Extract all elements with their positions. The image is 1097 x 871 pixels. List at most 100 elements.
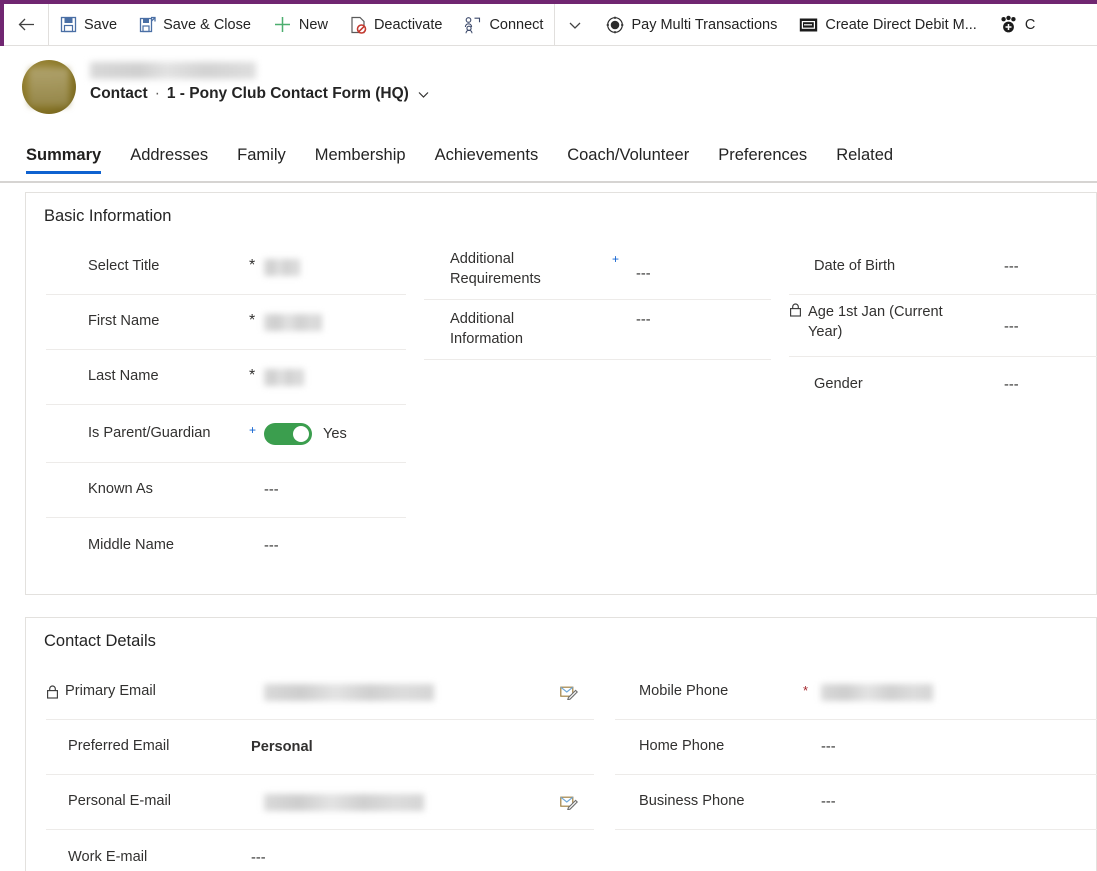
tab-family[interactable]: Family (237, 146, 286, 174)
field-value-work-email[interactable]: --- (251, 850, 266, 866)
record-header-text: Contact · 1 - Pony Club Contact Form (HQ… (90, 57, 431, 103)
primary-email-compose-button[interactable] (560, 685, 578, 700)
deactivate-button[interactable]: Deactivate (339, 4, 454, 45)
field-label-business-phone: Business Phone (639, 793, 745, 810)
required-marker: + (612, 252, 620, 266)
field-first-name[interactable]: First Name * (46, 295, 406, 350)
field-value-gender[interactable]: --- (1004, 377, 1019, 393)
save-and-close-label: Save & Close (163, 16, 251, 33)
field-date-of-birth[interactable]: Date of Birth --- (789, 240, 1097, 295)
pony-club-button[interactable]: C (988, 4, 1046, 45)
field-label-preferred-email: Preferred Email (68, 738, 170, 755)
personal-email-compose-button[interactable] (560, 795, 578, 810)
pony-club-label: C (1024, 16, 1036, 33)
required-marker: * (249, 257, 256, 274)
field-value-known-as[interactable]: --- (264, 482, 279, 498)
toggle-state-label: Yes (323, 425, 347, 442)
field-value-additional-information[interactable]: --- (636, 312, 651, 328)
field-label-first-name: First Name (88, 313, 160, 330)
field-label-additional-information: Additional Information (450, 311, 524, 347)
contact-column-1: Primary Email Preferred Email Personal P… (46, 665, 594, 871)
create-direct-debit-mandate-button[interactable]: Create Direct Debit M... (788, 4, 988, 45)
field-value-last-name[interactable] (264, 368, 304, 386)
field-value-is-parent-guardian[interactable]: Yes (264, 422, 347, 445)
field-select-title[interactable]: Select Title * (46, 240, 406, 295)
pony-club-icon (999, 15, 1018, 34)
field-value-personal-email[interactable] (264, 793, 424, 811)
field-mobile-phone[interactable]: Mobile Phone * (615, 665, 1097, 720)
field-label-select-title: Select Title (88, 258, 160, 275)
create-direct-debit-mandate-label: Create Direct Debit M... (825, 16, 977, 33)
avatar-redaction (29, 68, 69, 106)
field-value-preferred-email[interactable]: Personal (251, 739, 313, 755)
overflow-menu-button[interactable] (555, 4, 595, 45)
save-button[interactable]: Save (49, 4, 128, 45)
field-value-select-title[interactable] (264, 258, 300, 276)
field-value-business-phone[interactable]: --- (821, 794, 836, 810)
deactivate-label: Deactivate (373, 16, 443, 33)
field-known-as[interactable]: Known As --- (46, 463, 406, 518)
field-value-middle-name[interactable]: --- (264, 538, 279, 554)
lock-icon (46, 685, 59, 699)
field-label-mobile-phone: Mobile Phone (639, 683, 729, 700)
back-button[interactable] (4, 4, 48, 45)
field-is-parent-guardian[interactable]: Is Parent/Guardian + Yes (46, 405, 406, 463)
record-subline: Contact · 1 - Pony Club Contact Form (HQ… (90, 85, 431, 103)
save-icon (60, 16, 77, 33)
field-last-name[interactable]: Last Name * (46, 350, 406, 405)
pay-transactions-icon (606, 16, 624, 34)
save-and-close-icon (139, 16, 156, 33)
basic-column-1: Select Title * First Name * Last Name * … (46, 240, 406, 573)
section-title-contact-details: Contact Details (44, 632, 156, 650)
field-label-last-name: Last Name (88, 368, 159, 385)
tab-preferences[interactable]: Preferences (718, 146, 807, 174)
field-label-primary-email: Primary Email (46, 682, 156, 702)
field-label-home-phone: Home Phone (639, 738, 725, 755)
field-personal-email[interactable]: Personal E-mail (46, 775, 594, 830)
field-work-email[interactable]: Work E-mail --- (46, 830, 594, 871)
chevron-down-icon (416, 87, 431, 102)
chevron-down-icon (567, 17, 583, 33)
field-home-phone[interactable]: Home Phone --- (615, 720, 1097, 775)
field-value-home-phone[interactable]: --- (821, 739, 836, 755)
redacted-value (264, 258, 300, 276)
tab-related[interactable]: Related (836, 146, 893, 174)
direct-debit-icon (799, 17, 818, 33)
field-additional-information[interactable]: Additional Information --- (424, 300, 771, 360)
tab-summary[interactable]: Summary (26, 146, 102, 174)
tab-achievements[interactable]: Achievements (435, 146, 539, 174)
tab-addresses[interactable]: Addresses (130, 146, 208, 174)
field-preferred-email[interactable]: Preferred Email Personal (46, 720, 594, 775)
field-value-age-1st-jan: --- (1004, 319, 1019, 335)
tab-membership[interactable]: Membership (315, 146, 406, 174)
basic-column-3: Date of Birth --- Age 1st Jan (Current Y… (789, 240, 1097, 412)
connect-button[interactable]: Connect (453, 4, 554, 45)
is-parent-guardian-toggle[interactable] (264, 422, 312, 445)
tab-coach-volunteer[interactable]: Coach/Volunteer (567, 146, 689, 174)
field-value-date-of-birth[interactable]: --- (1004, 259, 1019, 275)
avatar (22, 60, 76, 114)
field-value-first-name[interactable] (264, 313, 322, 331)
save-and-close-button[interactable]: Save & Close (128, 4, 262, 45)
form-body[interactable]: Basic Information Select Title * First N… (4, 183, 1097, 871)
entity-name: Contact (90, 85, 148, 102)
field-middle-name[interactable]: Middle Name --- (46, 518, 406, 573)
compose-email-icon (560, 685, 578, 700)
field-value-additional-requirements[interactable]: --- (636, 266, 651, 282)
redacted-value (821, 683, 933, 701)
field-gender[interactable]: Gender --- (789, 357, 1097, 412)
field-additional-requirements[interactable]: Additional Requirements + --- (424, 240, 771, 300)
new-button[interactable]: New (262, 4, 339, 45)
connect-label: Connect (489, 16, 544, 33)
field-business-phone[interactable]: Business Phone --- (615, 775, 1097, 830)
field-value-mobile-phone[interactable] (821, 683, 933, 701)
field-label-work-email: Work E-mail (68, 848, 148, 865)
field-label-is-parent-guardian: Is Parent/Guardian (88, 424, 211, 441)
pay-multi-transactions-label: Pay Multi Transactions (631, 16, 778, 33)
form-selector[interactable]: 1 - Pony Club Contact Form (HQ) (167, 85, 431, 103)
field-label-personal-email: Personal E-mail (68, 793, 172, 810)
pay-multi-transactions-button[interactable]: Pay Multi Transactions (595, 4, 788, 45)
field-label-middle-name: Middle Name (88, 536, 174, 553)
compose-email-icon (560, 795, 578, 810)
form-tab-list: Summary Addresses Family Membership Achi… (4, 128, 1097, 174)
